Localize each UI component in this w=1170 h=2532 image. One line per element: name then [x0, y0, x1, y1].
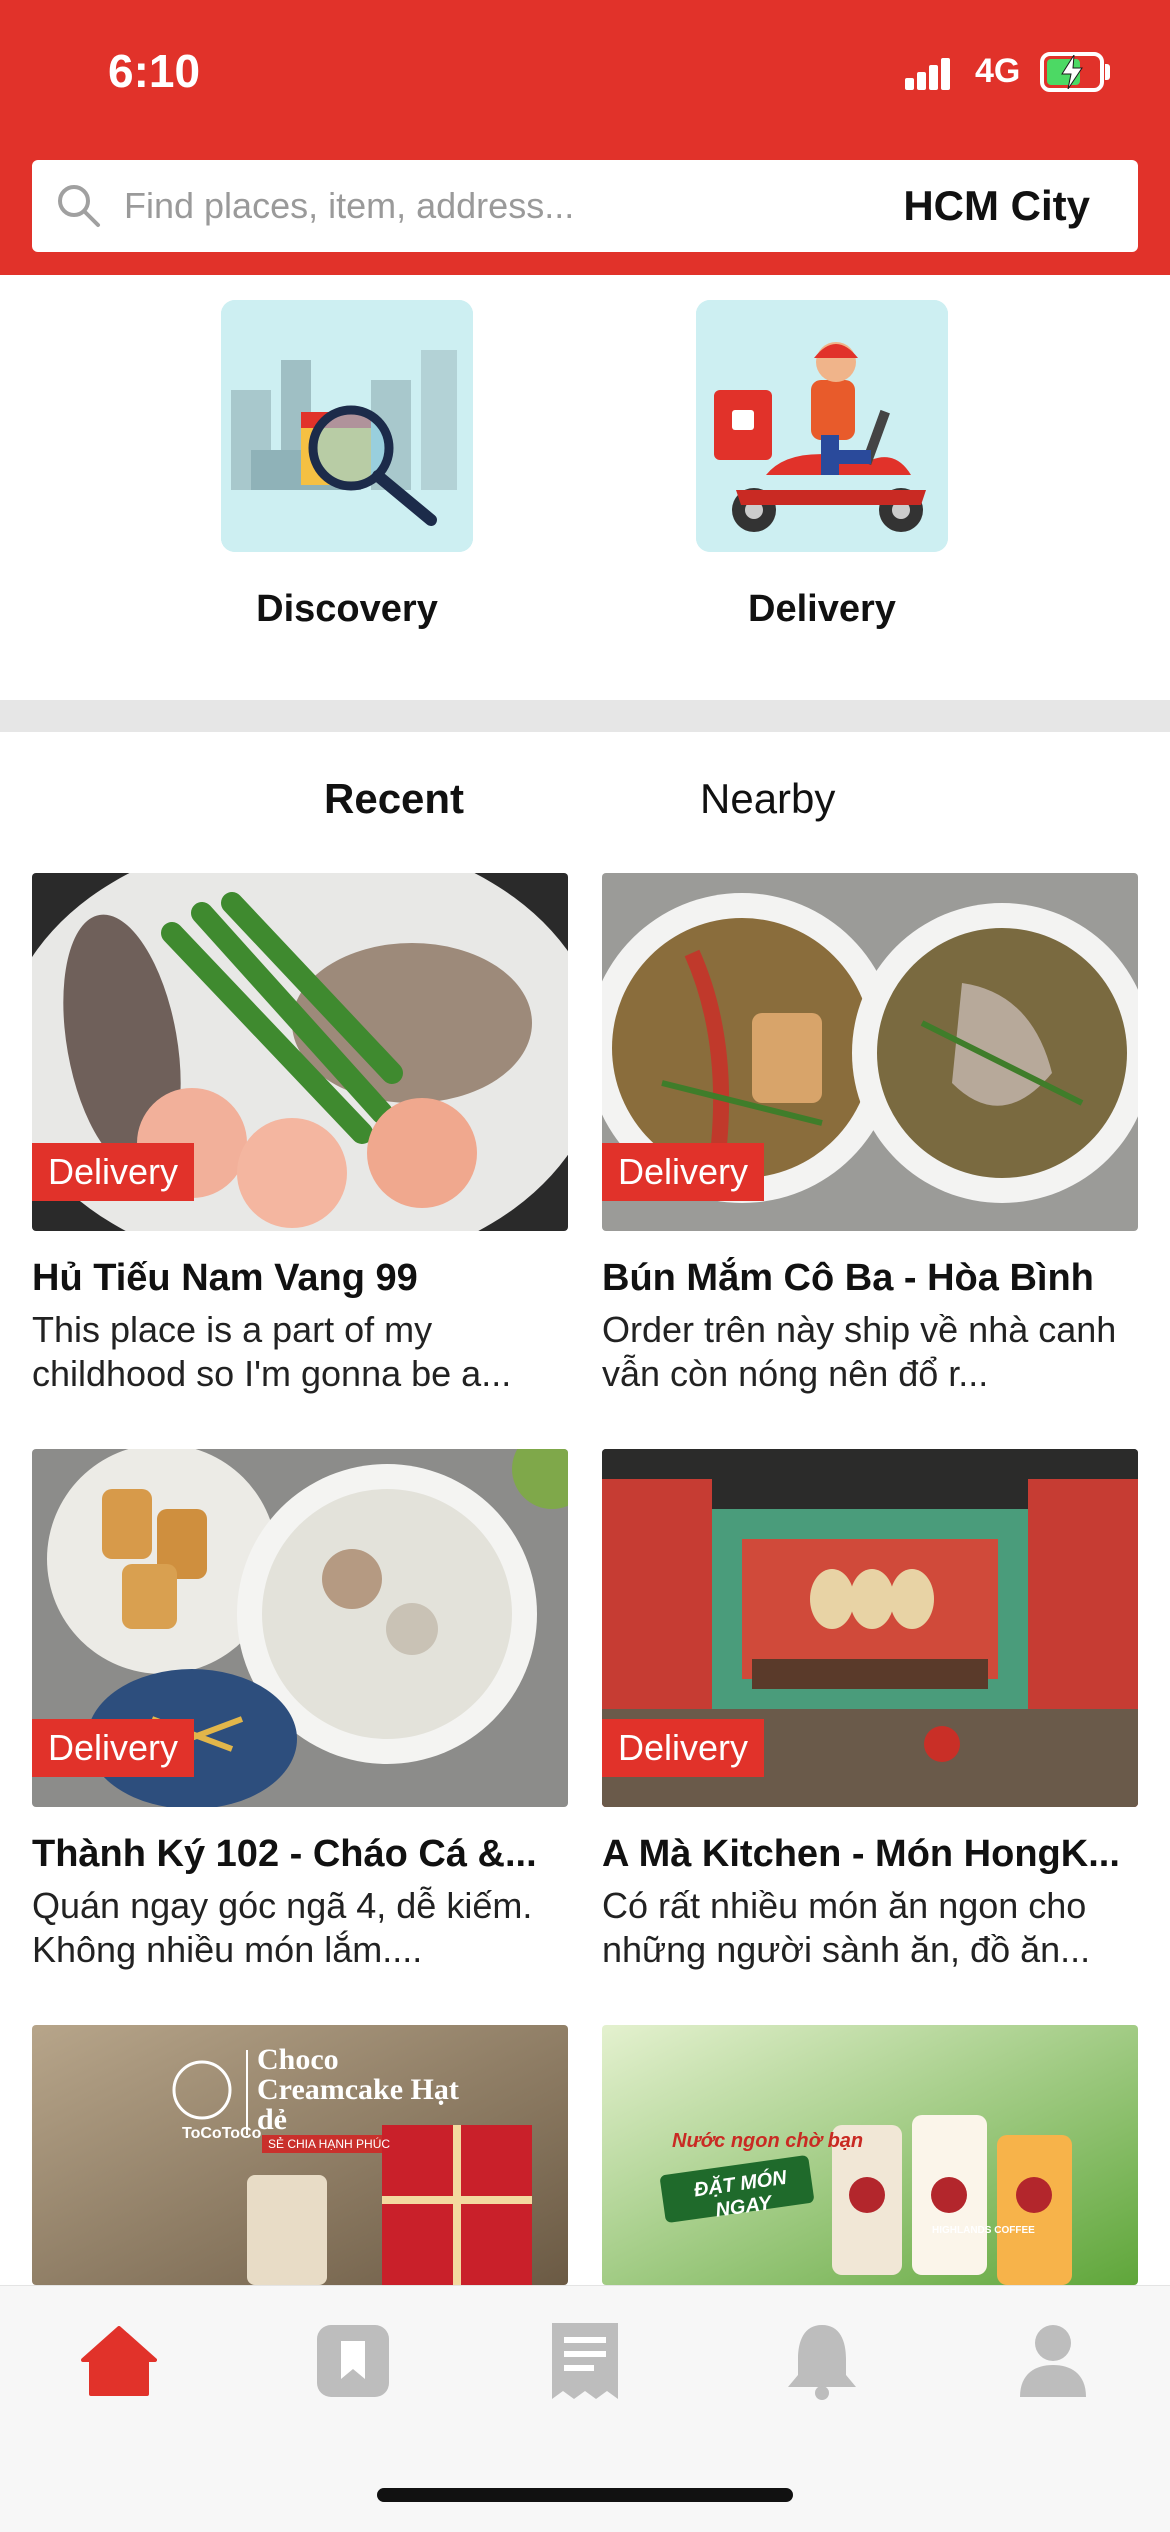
- delivery-action[interactable]: Delivery: [692, 300, 952, 631]
- battery-icon: [1040, 52, 1110, 92]
- tab-nearby[interactable]: Nearby: [700, 775, 835, 823]
- delivery-badge: Delivery: [32, 1719, 195, 1777]
- signal-icon: [905, 58, 951, 90]
- promo-card[interactable]: Nước ngon chờ bạn ĐẶT MÓN NGAY HIGHLANDS…: [602, 2025, 1138, 2285]
- food-photo: Delivery: [602, 873, 1138, 1231]
- food-photo: Delivery: [32, 1449, 568, 1807]
- status-time: 6:10: [108, 45, 201, 97]
- section-divider: [0, 700, 1170, 732]
- promo-card[interactable]: ToCoToCo Choco Creamcake Hạt dẻ SẺ CHIA …: [32, 2025, 568, 2285]
- place-title: Hủ Tiếu Nam Vang 99: [32, 1257, 418, 1299]
- discovery-action[interactable]: Discovery: [217, 300, 477, 631]
- bookmark-icon[interactable]: [313, 2321, 393, 2401]
- promo-banner: Nước ngon chờ bạn ĐẶT MÓN NGAY HIGHLANDS…: [602, 2025, 1138, 2285]
- food-photo: Delivery: [602, 1449, 1138, 1807]
- promo-tagline: SẺ CHIA HẠNH PHÚC: [268, 2137, 391, 2151]
- network-label: 4G: [975, 52, 1021, 90]
- delivery-label: Delivery: [748, 588, 896, 630]
- promo-brand: ToCoToCo: [182, 2125, 262, 2142]
- promo-banner: ToCoToCo Choco Creamcake Hạt dẻ SẺ CHIA …: [32, 2025, 568, 2285]
- place-title: Thành Ký 102 - Cháo Cá &...: [32, 1833, 537, 1875]
- place-card[interactable]: Delivery Hủ Tiếu Nam Vang 99 This place …: [32, 873, 568, 1396]
- place-title: A Mà Kitchen - Món HongK...: [602, 1833, 1120, 1875]
- delivery-badge: Delivery: [602, 1719, 765, 1777]
- profile-icon[interactable]: [1013, 2321, 1093, 2401]
- city-magnifier-illustration: [221, 300, 473, 552]
- receipt-icon[interactable]: [545, 2321, 625, 2401]
- search-icon: [58, 185, 100, 227]
- header: 6:10 4G Find places, item, address... HC…: [0, 0, 1170, 275]
- place-description: Order trên này ship về nhà canh vẫn còn …: [602, 1309, 1117, 1394]
- home-icon[interactable]: [79, 2321, 159, 2401]
- place-description: This place is a part of my childhood so …: [32, 1309, 512, 1394]
- search-input[interactable]: Find places, item, address...: [124, 185, 903, 227]
- promo-headline: Choco Creamcake Hạt dẻ: [257, 2043, 459, 2136]
- scooter-delivery-illustration: [696, 300, 948, 552]
- place-card[interactable]: Delivery Thành Ký 102 - Cháo Cá &... Quá…: [32, 1449, 568, 1972]
- city-selector[interactable]: HCM City: [903, 182, 1090, 230]
- bell-icon[interactable]: [782, 2321, 862, 2401]
- promo-headline: Nước ngon chờ bạn: [672, 2130, 864, 2152]
- delivery-badge: Delivery: [32, 1143, 195, 1201]
- place-card[interactable]: Delivery A Mà Kitchen - Món HongK... Có …: [602, 1449, 1138, 1972]
- tab-bar: Recent Nearby: [0, 775, 1170, 835]
- place-card[interactable]: Delivery Bún Mắm Cô Ba - Hòa Bình Order …: [602, 873, 1138, 1396]
- place-description: Quán ngay góc ngã 4, dễ kiếm. Không nhiề…: [32, 1885, 533, 1970]
- search-bar[interactable]: Find places, item, address... HCM City: [32, 160, 1138, 252]
- home-indicator: [377, 2488, 793, 2502]
- delivery-badge: Delivery: [602, 1143, 765, 1201]
- food-photo: Delivery: [32, 873, 568, 1231]
- promo-brand: HIGHLANDS COFFEE: [932, 2225, 1035, 2236]
- place-title: Bún Mắm Cô Ba - Hòa Bình: [602, 1257, 1094, 1299]
- discovery-label: Discovery: [256, 588, 438, 630]
- place-description: Có rất nhiều món ăn ngon cho những người…: [602, 1885, 1091, 1970]
- tab-recent[interactable]: Recent: [324, 775, 464, 823]
